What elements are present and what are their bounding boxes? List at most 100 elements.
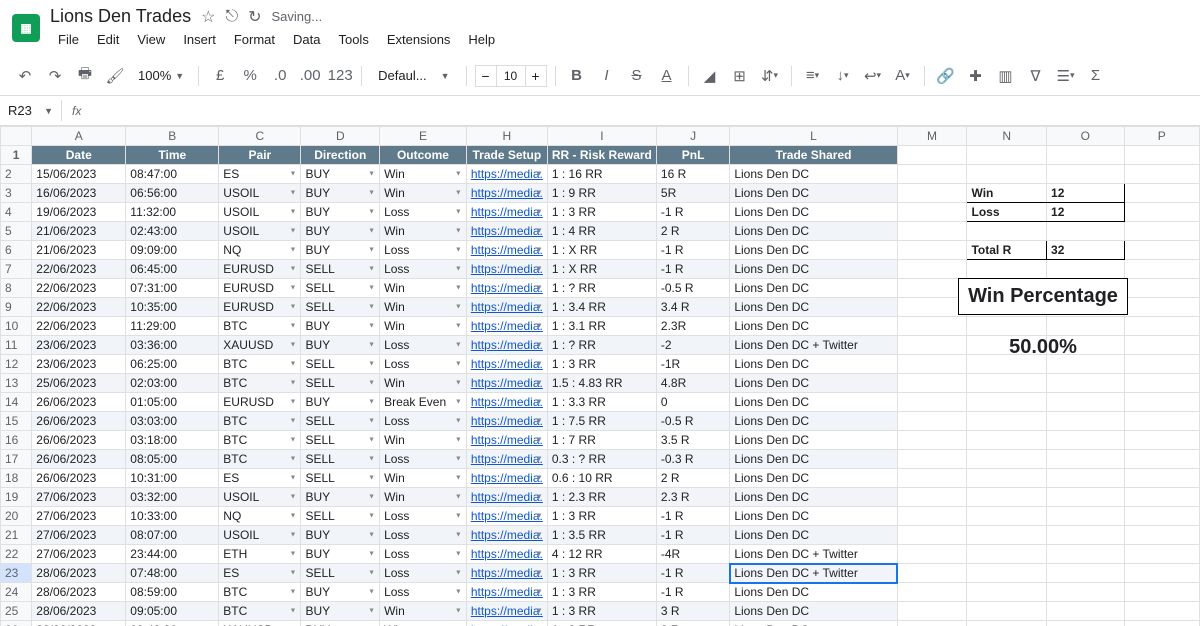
cell[interactable]: Lions Den DC	[730, 203, 897, 222]
cell[interactable]: USOIL	[219, 203, 301, 222]
cell[interactable]: USOIL	[219, 526, 301, 545]
cell[interactable]	[897, 545, 967, 564]
header-cell[interactable]: RR - Risk Reward	[547, 146, 656, 165]
cell[interactable]: 10:31:00	[126, 469, 219, 488]
cell[interactable]	[1047, 488, 1125, 507]
cell[interactable]	[1124, 431, 1199, 450]
trade-setup-link[interactable]: https://media.	[471, 224, 543, 238]
cell[interactable]: 1 : 3 RR	[547, 583, 656, 602]
row-header[interactable]: 16	[1, 431, 32, 450]
trade-setup-link[interactable]: https://media.	[471, 262, 543, 276]
cell[interactable]: XAUUSD	[219, 621, 301, 626]
cell[interactable]: 07:31:00	[126, 279, 219, 298]
font-select[interactable]: Defaul...▼	[370, 65, 457, 86]
spreadsheet-grid[interactable]: ABCDEHIJLMNOP1DateTimePairDirectionOutco…	[0, 126, 1200, 626]
col-header-L[interactable]: L	[730, 127, 897, 146]
header-cell[interactable]: PnL	[656, 146, 729, 165]
cell[interactable]: 08:59:00	[126, 583, 219, 602]
cell[interactable]	[967, 412, 1047, 431]
menu-extensions[interactable]: Extensions	[379, 29, 459, 50]
cell[interactable]: BUY	[301, 526, 380, 545]
menu-edit[interactable]: Edit	[89, 29, 127, 50]
cell[interactable]: 27/06/2023	[32, 545, 126, 564]
menu-data[interactable]: Data	[285, 29, 328, 50]
cell[interactable]: https://media.	[466, 374, 547, 393]
merge-button[interactable]: ⇵▾	[757, 63, 783, 89]
strike-button[interactable]: S	[624, 63, 650, 89]
cell[interactable]: 3.5 R	[656, 431, 729, 450]
cell[interactable]: EURUSD	[219, 298, 301, 317]
cell[interactable]: 27/06/2023	[32, 507, 126, 526]
cloud-icon[interactable]: ↻	[248, 7, 261, 27]
trade-setup-link[interactable]: https://media.	[471, 528, 543, 542]
cell[interactable]: 1 : 16 RR	[547, 165, 656, 184]
trade-setup-link[interactable]: https://media.	[471, 395, 543, 409]
header-cell[interactable]: Pair	[219, 146, 301, 165]
cell[interactable]: 1 : 4 RR	[547, 222, 656, 241]
row-header[interactable]: 1	[1, 146, 32, 165]
cell[interactable]: 5R	[656, 184, 729, 203]
cell[interactable]	[967, 526, 1047, 545]
cell[interactable]: BTC	[219, 412, 301, 431]
wrap-button[interactable]: ↩▾	[860, 63, 886, 89]
cell[interactable]	[897, 393, 967, 412]
cell[interactable]: 0.6 : 10 RR	[547, 469, 656, 488]
cell[interactable]	[897, 412, 967, 431]
cell[interactable]	[1047, 374, 1125, 393]
cell[interactable]: 1 : 3.1 RR	[547, 317, 656, 336]
cell[interactable]	[967, 602, 1047, 621]
cell[interactable]: 10:33:00	[126, 507, 219, 526]
cell[interactable]: Loss	[380, 450, 467, 469]
cell[interactable]: 15/06/2023	[32, 165, 126, 184]
cell[interactable]: Lions Den DC	[730, 317, 897, 336]
cell[interactable]: 26/06/2023	[32, 412, 126, 431]
col-header-E[interactable]: E	[380, 127, 467, 146]
cell[interactable]: Loss	[380, 412, 467, 431]
cell[interactable]: 19/06/2023	[32, 203, 126, 222]
cell[interactable]: Lions Den DC	[730, 583, 897, 602]
cell[interactable]	[1047, 450, 1125, 469]
cell[interactable]	[1047, 412, 1125, 431]
menu-insert[interactable]: Insert	[175, 29, 224, 50]
row-header[interactable]: 7	[1, 260, 32, 279]
cell[interactable]: 12	[1047, 203, 1125, 222]
col-header-C[interactable]: C	[219, 127, 301, 146]
trade-setup-link[interactable]: https://media.	[471, 604, 543, 618]
cell[interactable]: SELL	[301, 355, 380, 374]
cell[interactable]: https://media.	[466, 621, 547, 626]
row-header[interactable]: 22	[1, 545, 32, 564]
cell[interactable]: -1 R	[656, 260, 729, 279]
row-header[interactable]: 2	[1, 165, 32, 184]
row-header[interactable]: 4	[1, 203, 32, 222]
halign-button[interactable]: ≡▾	[800, 63, 826, 89]
cell[interactable]: BUY	[301, 488, 380, 507]
cell[interactable]	[1124, 260, 1199, 279]
cell[interactable]: -0.3 R	[656, 450, 729, 469]
row-header[interactable]: 12	[1, 355, 32, 374]
cell[interactable]	[1124, 222, 1199, 241]
cell[interactable]: 2 R	[656, 222, 729, 241]
print-button[interactable]: 🖶	[72, 63, 98, 89]
cell[interactable]: -2	[656, 336, 729, 355]
cell[interactable]: -0.5 R	[656, 412, 729, 431]
cell[interactable]: https://media.	[466, 469, 547, 488]
cell[interactable]: BUY	[301, 317, 380, 336]
row-header[interactable]: 10	[1, 317, 32, 336]
cell[interactable]	[967, 317, 1047, 336]
header-cell[interactable]: Outcome	[380, 146, 467, 165]
trade-setup-link[interactable]: https://media.	[471, 300, 543, 314]
cell[interactable]: Win	[380, 621, 467, 626]
cell[interactable]	[967, 488, 1047, 507]
cell[interactable]: Lions Den DC	[730, 602, 897, 621]
col-header-N[interactable]: N	[967, 127, 1047, 146]
cell[interactable]: BUY	[301, 621, 380, 626]
cell[interactable]: Win	[380, 317, 467, 336]
cell[interactable]: 22/06/2023	[32, 279, 126, 298]
cell[interactable]: 2.3R	[656, 317, 729, 336]
formula-bar[interactable]	[91, 109, 1200, 113]
row-header[interactable]: 26	[1, 621, 32, 626]
cell[interactable]	[967, 165, 1047, 184]
cell[interactable]: Lions Den DC	[730, 374, 897, 393]
menu-view[interactable]: View	[129, 29, 173, 50]
cell[interactable]	[897, 583, 967, 602]
